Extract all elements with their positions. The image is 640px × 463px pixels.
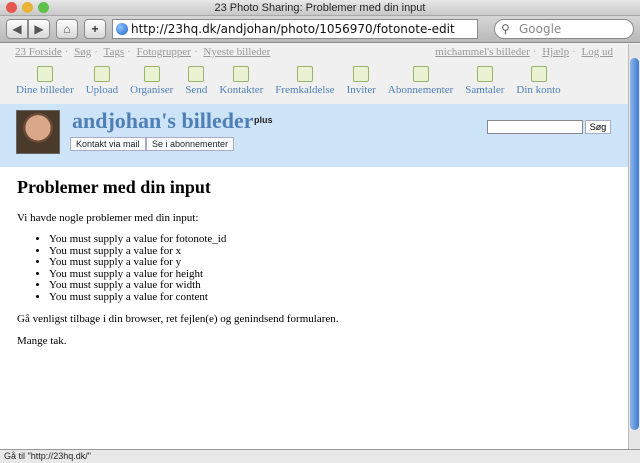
plus-icon: + <box>91 22 99 36</box>
iconbar-item-upload[interactable]: Upload <box>86 62 118 104</box>
home-icon: ⌂ <box>63 22 71 36</box>
iconbar-label: Kontakter <box>219 84 264 96</box>
topnav-left: 23 Forside · Søg · Tags · Fotogrupper · Nyes… <box>15 46 271 58</box>
add-bookmark-button[interactable]: + <box>84 19 106 39</box>
nav-link-nyeste[interactable]: Nyeste billeder <box>203 46 270 58</box>
zoom-window-button[interactable] <box>38 2 49 13</box>
vertical-scrollbar[interactable] <box>628 44 640 449</box>
iconbar-label: Samtaler <box>465 84 505 96</box>
close-window-button[interactable] <box>6 2 17 13</box>
nav-link-forside[interactable]: 23 Forside <box>15 46 62 58</box>
window-controls <box>6 2 49 13</box>
magnifier-icon: ⚲ <box>501 22 510 36</box>
feature-icon-bar: Dine billeder Upload Organiser Send Kont… <box>0 62 628 104</box>
nav-link-my-photos[interactable]: michammel's billeder <box>435 46 530 58</box>
organize-icon <box>143 66 160 82</box>
user-header: andjohan's billeder plus Kontakt via mai… <box>0 104 628 167</box>
main-content: Problemer med din input Vi havde nogle p… <box>0 167 628 367</box>
search-placeholder: Google <box>519 22 562 36</box>
upload-icon <box>93 66 110 82</box>
iconbar-item-photos[interactable]: Dine billeder <box>16 62 74 104</box>
iconbar-item-organize[interactable]: Organiser <box>130 62 173 104</box>
error-item: You must supply a value for content <box>49 291 611 304</box>
conversations-icon <box>476 66 493 82</box>
scrollbar-thumb[interactable] <box>630 58 639 430</box>
title-bar: 23 Photo Sharing: Problemer med din inpu… <box>0 0 640 16</box>
iconbar-label: Dine billeder <box>16 84 74 96</box>
nav-link-tags[interactable]: Tags <box>104 46 125 58</box>
status-bar: Gå til "http://23hq.dk/" <box>0 449 640 463</box>
topnav-right: michammel's billeder · Hjælp · Log ud <box>435 46 613 58</box>
globe-icon <box>116 23 128 35</box>
instruction-text: Gå venligst tilbage i din browser, ret f… <box>17 313 339 325</box>
photos-icon <box>36 66 53 82</box>
error-item: You must supply a value for width <box>49 279 611 292</box>
thanks-text: Mange tak. <box>17 335 67 347</box>
print-icon <box>296 66 313 82</box>
iconbar-item-invite[interactable]: Inviter <box>347 62 376 104</box>
web-page: 23 Forside · Søg · Tags · Fotogrupper · Nyes… <box>0 44 628 449</box>
error-item: You must supply a value for y <box>49 256 611 269</box>
browser-window: 23 Photo Sharing: Problemer med din inpu… <box>0 0 640 463</box>
plus-badge: plus <box>254 115 273 125</box>
url-text: http://23hq.dk/andjohan/photo/1056970/fo… <box>131 22 455 36</box>
status-text: Gå til "http://23hq.dk/" <box>4 451 91 461</box>
error-item: You must supply a value for fotonote_id <box>49 233 611 246</box>
search-field[interactable]: ⚲ Google <box>494 19 634 39</box>
iconbar-item-conversations[interactable]: Samtaler <box>465 62 504 104</box>
user-gallery-title[interactable]: andjohan's billeder <box>72 108 254 134</box>
nav-link-fotogrupper[interactable]: Fotogrupper <box>137 46 191 58</box>
iconbar-label: Inviter <box>346 84 376 96</box>
page-title: Problemer med din input <box>17 177 211 197</box>
nav-link-help[interactable]: Hjælp <box>542 46 569 58</box>
top-navigation: 23 Forside · Søg · Tags · Fotogrupper · Nyes… <box>0 44 628 62</box>
back-button[interactable]: ◀ <box>6 19 28 39</box>
error-list: You must supply a value for fotonote_id … <box>49 233 611 304</box>
nav-link-logout[interactable]: Log ud <box>582 46 613 58</box>
home-button[interactable]: ⌂ <box>56 19 78 39</box>
invite-icon <box>353 66 370 82</box>
account-icon <box>530 66 547 82</box>
iconbar-label: Fremkaldelse <box>275 84 335 96</box>
iconbar-label: Upload <box>85 84 119 96</box>
intro-text: Vi havde nogle problemer med din input: <box>17 212 199 224</box>
contacts-icon <box>233 66 250 82</box>
iconbar-item-account[interactable]: Din konto <box>516 62 561 104</box>
iconbar-item-contacts[interactable]: Kontakter <box>219 62 263 104</box>
forward-arrow-icon: ▶ <box>34 22 44 36</box>
user-search-button[interactable]: Søg <box>585 120 611 134</box>
iconbar-item-subscriptions[interactable]: Abonnementer <box>388 62 453 104</box>
iconbar-label: Organiser <box>130 84 174 96</box>
iconbar-label: Abonnementer <box>387 84 454 96</box>
window-title: 23 Photo Sharing: Problemer med din inpu… <box>214 2 426 14</box>
browser-toolbar: ◀ ▶ ⌂ + http://23hq.dk/andjohan/photo/10… <box>0 16 640 43</box>
subscriptions-icon <box>412 66 429 82</box>
avatar[interactable] <box>16 110 60 154</box>
nav-link-sog[interactable]: Søg <box>74 46 91 58</box>
iconbar-label: Send <box>185 84 208 96</box>
user-search-input[interactable] <box>487 120 583 134</box>
send-icon <box>188 66 205 82</box>
address-bar[interactable]: http://23hq.dk/andjohan/photo/1056970/fo… <box>112 19 478 39</box>
forward-button[interactable]: ▶ <box>28 19 50 39</box>
iconbar-item-send[interactable]: Send <box>185 62 207 104</box>
iconbar-item-print[interactable]: Fremkaldelse <box>275 62 335 104</box>
subscribe-button[interactable]: Se i abonnementer <box>146 137 235 151</box>
contact-mail-button[interactable]: Kontakt via mail <box>70 137 146 151</box>
back-arrow-icon: ◀ <box>12 22 22 36</box>
iconbar-label: Din konto <box>516 84 561 96</box>
minimize-window-button[interactable] <box>22 2 33 13</box>
